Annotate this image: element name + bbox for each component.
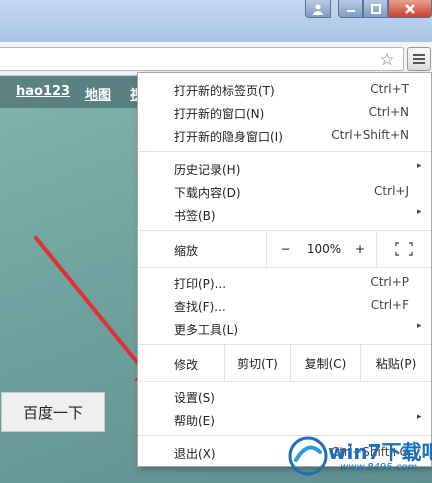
- watermark-url: www.8495.com: [340, 462, 418, 473]
- submenu-arrow-icon: ▸: [417, 412, 422, 422]
- site-watermark: win7下载吧 www.8495.com: [286, 432, 432, 483]
- user-button[interactable]: [305, 0, 331, 18]
- zoom-out-button[interactable]: −: [266, 231, 304, 267]
- menu-item-find[interactable]: 查找(F)... Ctrl+F: [138, 294, 431, 317]
- chrome-dropdown-menu: 打开新的标签页(T) Ctrl+T 打开新的窗口(N) Ctrl+N 打开新的隐…: [137, 72, 432, 467]
- menu-item-label: 退出(X): [174, 447, 216, 461]
- copy-button[interactable]: 复制(C): [290, 345, 360, 381]
- menu-item-new-tab[interactable]: 打开新的标签页(T) Ctrl+T: [138, 78, 431, 101]
- menu-item-print[interactable]: 打印(P)... Ctrl+P: [138, 271, 431, 294]
- menu-item-label: 书签(B): [174, 209, 216, 223]
- submenu-arrow-icon: ▸: [417, 207, 422, 217]
- chrome-menu-button[interactable]: [407, 47, 431, 71]
- submenu-arrow-icon: ▸: [417, 321, 422, 331]
- menu-item-help[interactable]: 帮助(E) ▸: [138, 408, 431, 431]
- menu-item-shortcut: Ctrl+N: [368, 105, 409, 119]
- bookmark-star-icon[interactable]: ☆: [377, 50, 397, 70]
- menu-item-new-window[interactable]: 打开新的窗口(N) Ctrl+N: [138, 101, 431, 124]
- zoom-level: 100%: [304, 231, 344, 267]
- menu-item-history[interactable]: 历史记录(H) ▸: [138, 157, 431, 180]
- copy-label: 复制(C): [304, 356, 347, 371]
- watermark-text: win7下载吧: [328, 440, 432, 464]
- minimize-icon: [346, 9, 355, 12]
- nav-link-map[interactable]: 地图: [85, 84, 111, 103]
- zoom-label: 缩放: [174, 244, 199, 258]
- cut-label: 剪切(T): [237, 356, 278, 371]
- maximize-icon: [370, 3, 381, 14]
- menu-item-more-tools[interactable]: 更多工具(L) ▸: [138, 317, 431, 340]
- close-button[interactable]: [388, 0, 432, 18]
- close-icon: [405, 3, 415, 14]
- zoom-in-button[interactable]: +: [344, 231, 376, 267]
- menu-item-shortcut: Ctrl+T: [370, 82, 409, 96]
- menu-item-downloads[interactable]: 下载内容(D) Ctrl+J: [138, 180, 431, 203]
- menu-item-settings[interactable]: 设置(S): [138, 385, 431, 408]
- maximize-button[interactable]: [363, 0, 388, 18]
- zoom-row: 缩放 − 100% +: [138, 231, 431, 267]
- edit-label: 修改: [174, 358, 199, 372]
- fullscreen-icon: [395, 242, 413, 256]
- win7-logo-icon: [288, 436, 328, 476]
- menu-item-label: 打印(P)...: [174, 277, 227, 291]
- menu-item-incognito[interactable]: 打开新的隐身窗口(I) Ctrl+Shift+N: [138, 124, 431, 147]
- cut-button[interactable]: 剪切(T): [224, 345, 290, 381]
- menu-item-shortcut: Ctrl+F: [370, 298, 409, 312]
- submenu-arrow-icon: ▸: [417, 161, 422, 171]
- menu-separator: [138, 381, 431, 382]
- user-icon: [313, 4, 323, 15]
- hamburger-icon: [413, 54, 425, 64]
- nav-link-hao123[interactable]: hao123: [16, 84, 70, 99]
- menu-item-label: 下载内容(D): [174, 186, 241, 200]
- window-titlebar: [0, 0, 432, 42]
- menu-item-label: 查找(F)...: [174, 300, 226, 314]
- browser-toolbar: ☆: [0, 42, 432, 76]
- zoom-value: 100%: [306, 242, 342, 256]
- menu-item-shortcut: Ctrl+J: [374, 184, 409, 198]
- zoom-plus-icon: +: [354, 242, 366, 256]
- fullscreen-button[interactable]: [376, 231, 431, 267]
- baidu-search-button[interactable]: 百度一下: [1, 392, 105, 432]
- menu-separator: [138, 151, 431, 152]
- menu-separator: [138, 267, 431, 268]
- menu-item-label: 更多工具(L): [174, 323, 239, 337]
- menu-item-label: 打开新的隐身窗口(I): [174, 130, 283, 144]
- zoom-minus-icon: −: [280, 242, 291, 256]
- menu-item-shortcut: Ctrl+P: [370, 275, 409, 289]
- address-bar[interactable]: ☆: [0, 47, 404, 71]
- menu-item-bookmarks[interactable]: 书签(B) ▸: [138, 203, 431, 226]
- paste-button[interactable]: 粘贴(P): [360, 345, 431, 381]
- minimize-button[interactable]: [338, 0, 363, 18]
- paste-label: 粘贴(P): [375, 356, 417, 371]
- menu-item-label: 历史记录(H): [174, 163, 241, 177]
- menu-item-label: 打开新的标签页(T): [174, 84, 275, 98]
- edit-row: 修改 剪切(T) 复制(C) 粘贴(P): [138, 345, 431, 381]
- menu-item-label: 设置(S): [174, 391, 215, 405]
- menu-item-label: 帮助(E): [174, 414, 215, 428]
- menu-item-label: 打开新的窗口(N): [174, 107, 265, 121]
- menu-item-shortcut: Ctrl+Shift+N: [331, 128, 409, 142]
